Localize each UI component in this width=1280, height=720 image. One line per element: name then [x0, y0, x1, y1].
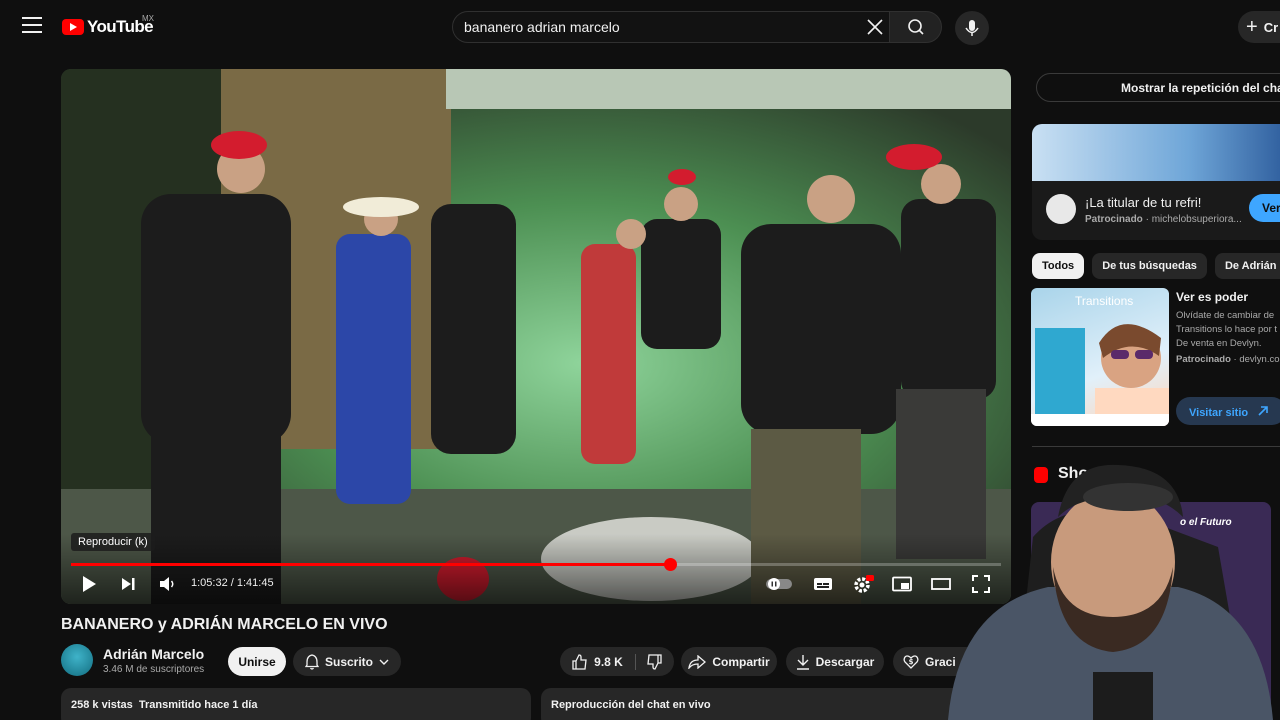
clear-search-icon[interactable] — [865, 17, 885, 37]
volume-icon — [160, 577, 174, 591]
download-label: Descargar — [815, 654, 875, 669]
chat-replay-label: Reproducción del chat en vivo — [551, 699, 711, 711]
region-code: MX — [142, 14, 154, 23]
show-chat-replay-button[interactable]: Mostrar la repetición del chat — [1036, 73, 1280, 102]
ad2-domain: devlyn.co — [1239, 354, 1280, 365]
video-title: BANANERO y ADRIÁN MARCELO EN VIVO — [61, 616, 388, 633]
progress-fill — [71, 563, 670, 566]
plus-icon: + — [1246, 15, 1258, 38]
ad-thumbnail-art — [1031, 324, 1169, 426]
description-box[interactable]: 258 k vistas Transmitido hace 1 día — [61, 688, 531, 720]
share-label: Compartir — [712, 654, 770, 669]
ad-domain: michelobsuperiora... — [1151, 214, 1242, 225]
channel-name[interactable]: Adrián Marcelo — [103, 646, 204, 662]
streamer-webcam-overlay — [948, 464, 1273, 720]
chip-all[interactable]: Todos — [1032, 253, 1085, 279]
scrubber-handle[interactable] — [663, 558, 677, 571]
create-button[interactable]: + Cr — [1238, 11, 1280, 43]
time-display: 1:05:32 / 1:41:45 — [191, 577, 274, 589]
menu-icon[interactable] — [22, 17, 42, 33]
download-button[interactable]: Descargar — [786, 647, 884, 676]
join-button[interactable]: Unirse — [228, 647, 286, 676]
section-divider — [1032, 446, 1280, 447]
like-button[interactable]: 9.8 K — [572, 653, 636, 670]
like-dislike-group: 9.8 K — [560, 647, 674, 676]
volume-button[interactable] — [156, 572, 180, 596]
video-frame — [61, 69, 1011, 604]
external-link-icon — [1258, 406, 1268, 416]
microphone-icon — [965, 20, 979, 36]
play-tooltip: Reproducir (k) — [71, 533, 155, 551]
miniplayer-icon — [892, 576, 912, 592]
svg-text:$: $ — [909, 658, 914, 666]
bell-icon — [304, 653, 319, 670]
ad2-sponsor-line: Patrocinado · devlyn.co — [1176, 354, 1280, 365]
play-icon — [83, 576, 96, 592]
share-icon — [688, 654, 707, 669]
thumbs-up-icon — [572, 653, 587, 670]
youtube-logo[interactable]: YouTube — [62, 16, 154, 38]
next-button[interactable] — [117, 572, 139, 596]
ad-title: ¡La titular de tu refri! — [1085, 195, 1202, 210]
progress-bar[interactable] — [71, 558, 1001, 571]
video-player[interactable]: Reproducir (k) 1:05:32 / 1:41:45 — [61, 69, 1011, 604]
sponsored-label: Patrocinado — [1085, 214, 1143, 225]
show-chat-label: Mostrar la repetición del chat — [1121, 80, 1280, 95]
ad-thumbnail[interactable]: Transitions — [1031, 288, 1169, 426]
sponsored-ad-card[interactable]: ¡La titular de tu refri! Patrocinado · m… — [1032, 124, 1280, 240]
subtitles-button[interactable] — [812, 572, 834, 596]
next-icon — [122, 578, 135, 590]
search-input[interactable] — [464, 19, 854, 35]
ad2-description: Olvídate de cambiar de Transitions lo ha… — [1176, 310, 1278, 349]
miniplayer-button[interactable] — [891, 572, 913, 596]
subscriber-count: 3.46 M de suscriptores — [103, 664, 205, 675]
filter-chips: Todos De tus búsquedas De Adrián M — [1032, 253, 1280, 279]
top-bar: YouTube MX + Cr — [0, 0, 1280, 54]
visit-site-button[interactable]: Visitar sitio — [1176, 397, 1280, 425]
ad-banner-image — [1032, 124, 1280, 181]
ad2-title: Ver es poder — [1176, 290, 1249, 304]
autoplay-toggle[interactable] — [765, 572, 795, 596]
youtube-play-icon — [62, 19, 84, 35]
like-count: 9.8 K — [594, 654, 623, 669]
gear-icon — [854, 575, 874, 593]
subscribed-label: Suscrito — [324, 654, 373, 669]
create-label: Cr — [1263, 19, 1279, 35]
super-thanks-icon: $ — [903, 654, 919, 669]
search-box — [452, 11, 890, 43]
share-button[interactable]: Compartir — [681, 647, 777, 676]
channel-avatar[interactable] — [61, 644, 93, 676]
autoplay-toggle-icon — [766, 578, 792, 590]
thumbs-down-icon — [647, 653, 662, 670]
ad2-sponsored-label: Patrocinado — [1176, 354, 1231, 365]
subtitles-icon — [814, 578, 832, 590]
settings-button[interactable] — [852, 572, 874, 596]
play-button[interactable] — [77, 572, 101, 596]
advertiser-avatar — [1046, 194, 1076, 224]
subscribed-button[interactable]: Suscrito — [293, 647, 401, 676]
chip-from-searches[interactable]: De tus búsquedas — [1092, 253, 1207, 279]
search-button[interactable] — [889, 11, 942, 43]
ad-cta-button[interactable]: Ver — [1249, 194, 1280, 222]
visit-site-label: Visitar sitio — [1189, 407, 1249, 419]
search-icon — [908, 19, 924, 35]
dislike-button[interactable] — [636, 653, 662, 670]
views-and-date: 258 k vistas Transmitido hace 1 día — [71, 699, 258, 711]
chip-from-channel[interactable]: De Adrián M — [1214, 253, 1280, 279]
voice-search-button[interactable] — [955, 11, 989, 45]
download-icon — [796, 654, 809, 670]
chevron-down-icon — [379, 659, 389, 665]
ad-sponsor-line: Patrocinado · michelobsuperiora... — [1085, 214, 1242, 225]
